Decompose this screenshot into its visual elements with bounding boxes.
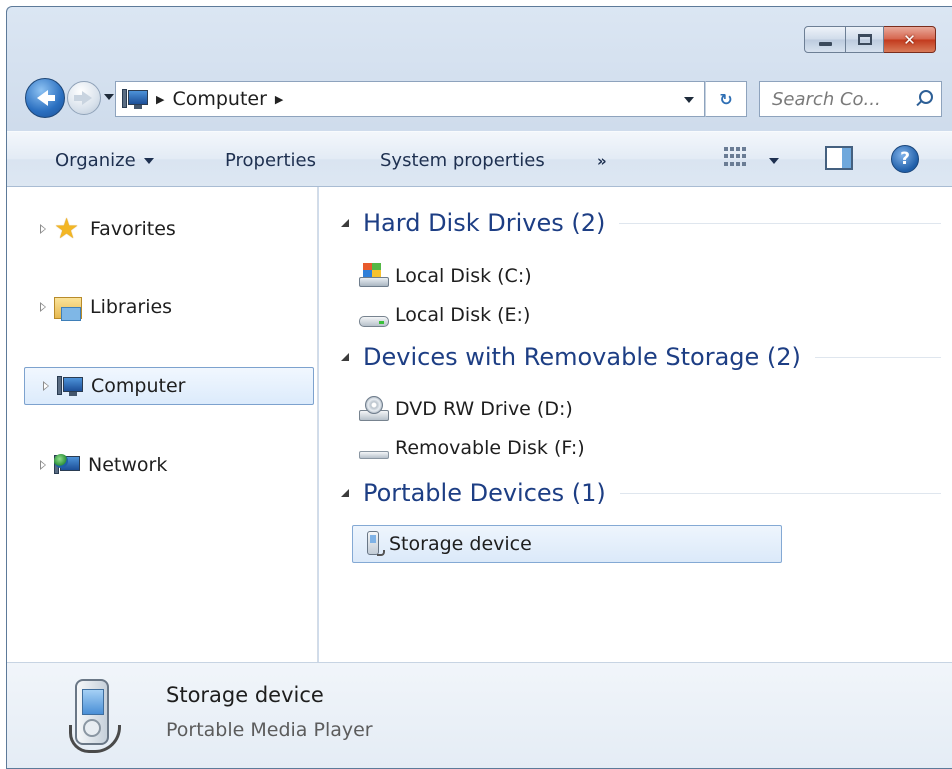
portable-device-icon xyxy=(363,530,385,558)
refresh-button[interactable]: ↻ xyxy=(705,81,747,117)
collapse-icon[interactable] xyxy=(341,219,349,227)
navigation-row: ▶ Computer ▶ ↻ Search Co... xyxy=(7,75,952,121)
portable-media-player-icon xyxy=(67,675,127,757)
properties-button[interactable]: Properties xyxy=(225,150,316,171)
group-divider xyxy=(619,492,941,494)
star-icon: ★ xyxy=(54,212,80,245)
group-divider xyxy=(814,356,941,358)
collapse-icon[interactable] xyxy=(341,489,349,497)
back-arrow-icon xyxy=(36,90,55,106)
more-commands-button[interactable]: » xyxy=(597,152,607,170)
address-dropdown[interactable] xyxy=(684,97,694,103)
maximize-button[interactable] xyxy=(846,26,884,53)
network-icon xyxy=(54,454,80,476)
breadcrumb-separator-icon[interactable]: ▶ xyxy=(275,93,283,106)
group-header-removable-storage[interactable]: Devices with Removable Storage (2) xyxy=(341,343,941,371)
computer-icon xyxy=(122,88,148,110)
chevron-down-icon xyxy=(143,158,154,164)
libraries-icon xyxy=(54,297,82,321)
drive-local-disk-c[interactable]: Local Disk (C:) xyxy=(359,259,532,293)
forward-button[interactable] xyxy=(67,81,101,115)
change-view-icon[interactable] xyxy=(724,147,746,167)
minimize-button[interactable] xyxy=(804,26,846,53)
dvd-drive-icon xyxy=(359,396,391,422)
expand-icon[interactable] xyxy=(40,224,46,234)
details-item-name: Storage device xyxy=(166,683,324,707)
close-button[interactable]: ✕ xyxy=(884,26,936,53)
breadcrumb-separator-icon[interactable]: ▶ xyxy=(156,93,164,106)
drive-removable-disk-f[interactable]: Removable Disk (F:) xyxy=(359,431,585,465)
hard-disk-icon xyxy=(359,302,391,328)
close-icon: ✕ xyxy=(903,30,916,49)
drive-dvd-rw-d[interactable]: DVD RW Drive (D:) xyxy=(359,392,573,426)
removable-disk-icon xyxy=(359,435,391,461)
explorer-window: ✕ ▶ Computer ▶ ↻ Search Co... Organize P… xyxy=(6,6,952,769)
computer-icon xyxy=(57,375,83,397)
group-header-portable-devices[interactable]: Portable Devices (1) xyxy=(341,479,941,507)
windows-disk-icon xyxy=(359,263,391,289)
expand-icon[interactable] xyxy=(40,460,46,470)
content-pane: Hard Disk Drives (2) Local Disk (C:) Loc… xyxy=(319,187,952,662)
sidebar-item-computer[interactable]: Computer xyxy=(24,367,314,405)
search-placeholder: Search Co... xyxy=(772,88,881,110)
drive-local-disk-e[interactable]: Local Disk (E:) xyxy=(359,298,530,332)
navigation-pane: ★ Favorites Libraries Computer Network xyxy=(22,187,318,662)
collapse-icon[interactable] xyxy=(341,353,349,361)
forward-arrow-icon xyxy=(74,91,92,105)
system-properties-button[interactable]: System properties xyxy=(380,150,545,171)
views-dropdown-icon[interactable] xyxy=(769,158,779,164)
preview-pane-icon[interactable] xyxy=(825,146,853,170)
group-header-hard-disk-drives[interactable]: Hard Disk Drives (2) xyxy=(341,209,941,237)
address-bar[interactable]: ▶ Computer ▶ xyxy=(115,81,705,117)
command-bar: Organize Properties System properties » … xyxy=(7,131,952,187)
sidebar-item-libraries[interactable]: Libraries xyxy=(22,288,312,326)
device-storage-device[interactable]: Storage device xyxy=(352,525,782,563)
sidebar-item-network[interactable]: Network xyxy=(22,446,312,484)
minimize-icon xyxy=(818,41,832,46)
back-button[interactable] xyxy=(25,78,65,118)
refresh-icon: ↻ xyxy=(719,89,733,109)
search-input[interactable]: Search Co... xyxy=(759,81,942,117)
organize-menu[interactable]: Organize xyxy=(55,150,154,171)
caption-buttons: ✕ xyxy=(804,26,936,53)
group-divider xyxy=(619,222,941,224)
sidebar-item-favorites[interactable]: ★ Favorites xyxy=(22,210,312,248)
breadcrumb-computer[interactable]: Computer xyxy=(172,88,266,110)
recent-pages-dropdown[interactable] xyxy=(104,94,114,100)
details-pane: Storage device Portable Media Player xyxy=(7,662,952,768)
expand-icon[interactable] xyxy=(43,381,49,391)
help-icon[interactable]: ? xyxy=(891,145,919,173)
maximize-icon xyxy=(857,34,872,45)
search-icon[interactable] xyxy=(919,90,933,104)
details-item-type: Portable Media Player xyxy=(166,719,373,741)
expand-icon[interactable] xyxy=(40,302,46,312)
